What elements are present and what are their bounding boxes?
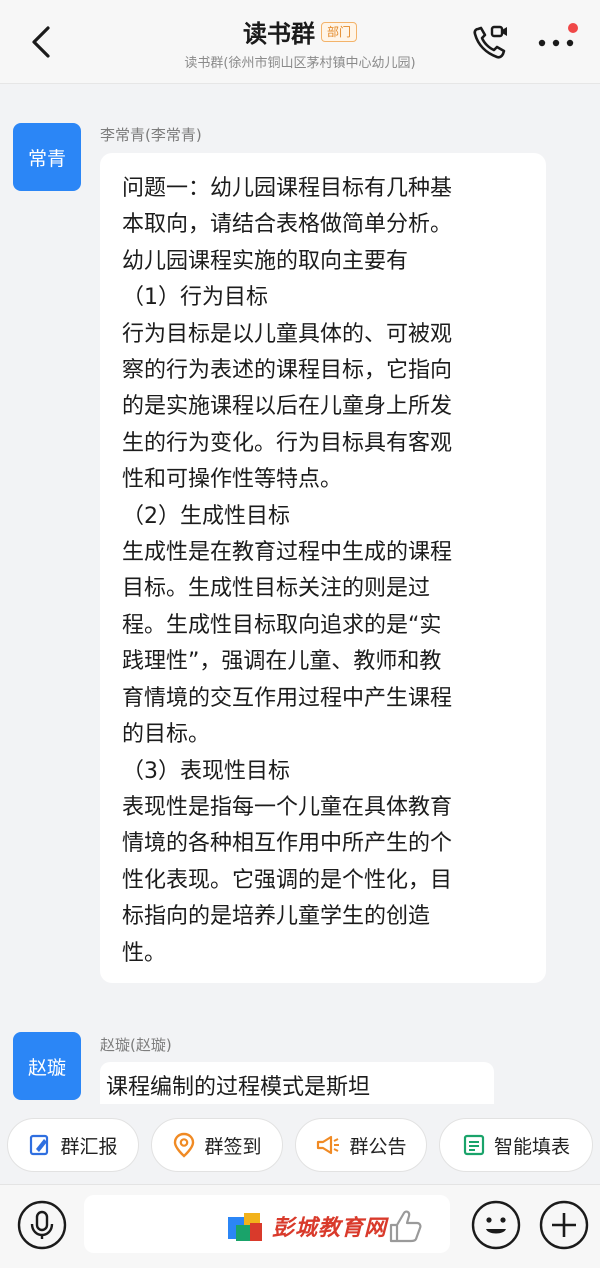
message-line: 生成性是在教育过程中生成的课程 [122, 540, 453, 566]
message-line: （3）表现性目标 [122, 758, 290, 784]
notification-dot [568, 23, 578, 33]
emoji-icon[interactable] [470, 1199, 522, 1251]
avatar[interactable]: 赵璇 [13, 1032, 81, 1100]
message-line: 的目标。 [122, 722, 211, 748]
message-line: 本取向，请结合表格做简单分析。 [122, 212, 453, 238]
message-line: 幼儿园课程实施的取向主要有 [122, 248, 409, 274]
quick-action-bar: 群汇报 群签到 群公告 智能填表 [0, 1104, 600, 1184]
action-label: 群签到 [204, 1135, 262, 1158]
message-line: 性。 [122, 940, 167, 966]
department-tag: 部门 [320, 21, 357, 42]
action-label: 群汇报 [60, 1135, 118, 1158]
title-row: 读书群 部门 [0, 14, 600, 49]
message-line: 目标。生成性目标关注的则是过 [122, 576, 431, 602]
message-line: 察的行为表述的课程目标，它指向 [122, 358, 453, 384]
video-call-icon[interactable] [470, 22, 510, 62]
more-menu-icon[interactable] [536, 22, 580, 62]
sender-name: 赵璇(赵璇) [100, 1036, 172, 1054]
message-line: 的是实施课程以后在儿童身上所发 [122, 394, 453, 420]
message-line: 课程编制的过程模式是斯坦 [106, 1075, 371, 1100]
message-bubble[interactable]: 问题一：幼儿园课程目标有几种基 本取向，请结合表格做简单分析。 幼儿园课程实施的… [100, 153, 546, 983]
message-line: 行为目标是以儿童具体的、可被观 [122, 321, 453, 347]
avatar[interactable]: 常青 [13, 123, 81, 191]
thumbs-up-icon [389, 1210, 422, 1243]
group-report-button[interactable]: 群汇报 [7, 1118, 139, 1172]
message-line: 性和可操作性等特点。 [122, 467, 343, 493]
message-line: 生的行为变化。行为目标具有客观 [122, 430, 453, 456]
message-input[interactable]: 彭城教育网 [84, 1195, 450, 1253]
action-label: 群公告 [349, 1135, 407, 1158]
message-line: 情境的各种相互作用中所产生的个 [122, 831, 453, 857]
watermark-logo-icon [228, 1213, 262, 1241]
megaphone-icon [317, 1135, 340, 1155]
voice-input-icon[interactable] [16, 1199, 68, 1251]
input-bar: 彭城教育网 [0, 1184, 600, 1268]
message-line: 性化表现。它强调的是个性化，目 [122, 867, 453, 893]
group-checkin-button[interactable]: 群签到 [151, 1118, 283, 1172]
location-pin-icon [174, 1132, 195, 1158]
message-line: （2）生成性目标 [122, 503, 290, 529]
watermark: 彭城教育网 [224, 1207, 423, 1245]
message-line: 标指向的是培养儿童学生的创造 [122, 904, 431, 930]
plus-icon[interactable] [538, 1199, 590, 1251]
watermark-text: 彭城教育网 [272, 1216, 388, 1241]
message-line: 问题一：幼儿园课程目标有几种基 [122, 176, 453, 201]
message-line: （1）行为目标 [122, 285, 268, 311]
avatar-text: 常青 [27, 147, 66, 170]
message-line: 程。生成性目标取向追求的是“实 [122, 612, 442, 638]
sender-name: 李常青(李常青) [100, 126, 202, 144]
message-line: 践理性”，强调在儿童、教师和教 [122, 649, 442, 675]
action-label: 智能填表 [493, 1135, 570, 1158]
chat-subtitle: 读书群(徐州市铜山区茅村镇中心幼儿园) [184, 56, 416, 71]
message-line: 表现性是指每一个儿童在具体教育 [122, 794, 453, 820]
form-icon [463, 1134, 485, 1156]
message-line: 育情境的交互作用过程中产生课程 [122, 685, 453, 711]
avatar-text: 赵璇 [27, 1056, 66, 1079]
group-notice-button[interactable]: 群公告 [295, 1118, 427, 1172]
chat-header: 读书群 部门 读书群(徐州市铜山区茅村镇中心幼儿园) [0, 0, 600, 84]
chat-title[interactable]: 读书群 [243, 20, 315, 48]
report-icon [30, 1134, 49, 1156]
smart-form-button[interactable]: 智能填表 [439, 1118, 593, 1172]
